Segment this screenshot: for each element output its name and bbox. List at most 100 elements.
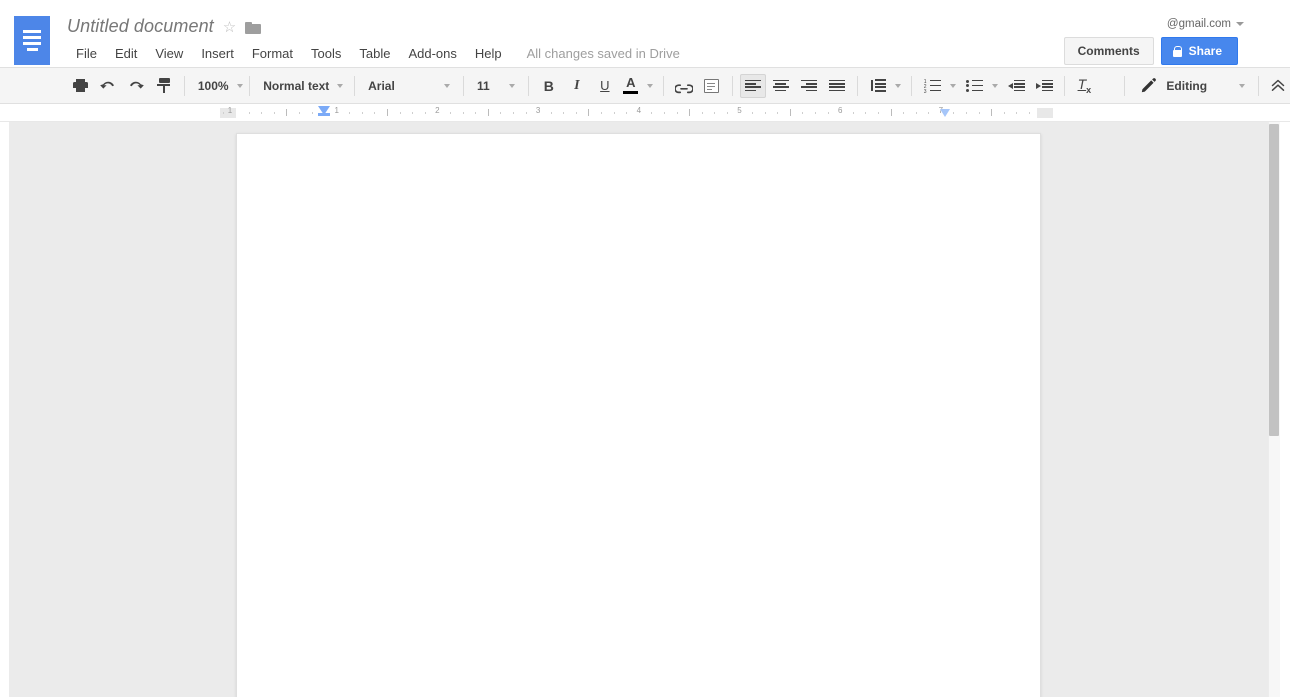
editing-mode-dropdown[interactable]: Editing (1134, 74, 1252, 98)
text-color-dropdown[interactable] (644, 74, 656, 98)
menu-item-edit[interactable]: Edit (106, 44, 146, 63)
undo-button[interactable] (95, 74, 121, 98)
ruler-unit-label: 6 (838, 106, 842, 115)
italic-button[interactable]: I (564, 74, 590, 98)
paint-format-button[interactable] (151, 74, 177, 98)
zoom-dropdown[interactable]: 100% (191, 74, 244, 98)
save-status-text: All changes saved in Drive (527, 46, 680, 61)
text-color-label: A (623, 76, 638, 90)
ruler-tick (677, 112, 678, 114)
bold-label: B (544, 78, 554, 94)
ruler-tick (563, 112, 564, 114)
ruler-tick (299, 112, 300, 114)
chevron-down-icon (950, 84, 956, 88)
align-justify-button[interactable] (824, 74, 850, 98)
toolbar-group-lists: 123 (918, 68, 1058, 104)
ruler-tick (916, 112, 917, 114)
left-indent-marker[interactable] (318, 106, 330, 115)
toolbar-divider (463, 76, 464, 96)
ruler-tick (249, 112, 250, 114)
line-spacing-button[interactable] (864, 74, 890, 98)
share-button[interactable]: Share (1161, 37, 1238, 65)
text-color-button[interactable]: A (620, 74, 642, 98)
chevron-down-icon (992, 84, 998, 88)
ruler-tick (626, 112, 627, 114)
ruler-unit-label: 5 (737, 106, 741, 115)
ruler-tick (463, 112, 464, 114)
menu-item-table[interactable]: Table (350, 44, 399, 63)
chevron-down-icon (444, 84, 450, 88)
ruler-tick (1029, 112, 1030, 114)
insert-link-button[interactable] (671, 74, 697, 98)
ruler-tick (928, 112, 929, 114)
header-actions: Comments Share (1064, 37, 1238, 65)
align-left-button[interactable] (740, 74, 766, 98)
docs-logo-icon[interactable] (14, 16, 50, 65)
toolbar-group-text-style: B I U A (535, 68, 657, 104)
menu-item-help[interactable]: Help (466, 44, 511, 63)
align-right-button[interactable] (796, 74, 822, 98)
document-title[interactable]: Untitled document (67, 16, 214, 37)
ruler-tick (979, 112, 980, 114)
logo-line (23, 30, 41, 33)
zoom-value: 100% (198, 79, 229, 93)
clear-formatting-icon: Tx (1078, 77, 1092, 95)
underline-button[interactable]: U (592, 74, 618, 98)
toolbar-divider (354, 76, 355, 96)
document-page[interactable] (236, 133, 1041, 697)
ruler-tick (802, 112, 803, 114)
ruler-tick (425, 112, 426, 114)
folder-icon[interactable] (245, 22, 261, 34)
bulleted-list-dropdown[interactable] (989, 74, 1001, 98)
ruler-unit-label: 2 (435, 106, 439, 115)
menu-item-format[interactable]: Format (243, 44, 302, 63)
toolbar-divider (249, 76, 250, 96)
vertical-scrollbar-thumb[interactable] (1269, 124, 1279, 436)
logo-line (23, 36, 41, 39)
decrease-indent-button[interactable] (1003, 74, 1029, 98)
star-outline-icon[interactable]: ☆ (223, 20, 236, 35)
ruler-tick (488, 109, 489, 116)
decrease-indent-icon (1008, 80, 1025, 92)
bold-button[interactable]: B (536, 74, 562, 98)
menu-item-file[interactable]: File (67, 44, 106, 63)
numbered-list-dropdown[interactable] (947, 74, 959, 98)
align-center-button[interactable] (768, 74, 794, 98)
line-spacing-dropdown[interactable] (892, 74, 904, 98)
comments-button[interactable]: Comments (1064, 37, 1154, 65)
italic-label: I (574, 78, 579, 94)
link-icon (675, 81, 693, 91)
ruler-tick (500, 112, 501, 114)
ruler-tick (815, 112, 816, 114)
increase-indent-button[interactable] (1031, 74, 1057, 98)
ruler-unit-label: 1 (334, 106, 338, 115)
menu-item-view[interactable]: View (146, 44, 192, 63)
ruler-tick (689, 109, 690, 116)
right-indent-marker[interactable] (940, 109, 950, 117)
menu-item-tools[interactable]: Tools (302, 44, 350, 63)
add-comment-button[interactable] (699, 74, 725, 98)
numbered-list-button[interactable]: 123 (919, 74, 945, 98)
ruler-tick (387, 109, 388, 116)
ruler-tick (790, 109, 791, 116)
font-size-value: 11 (477, 79, 490, 93)
font-size-dropdown[interactable]: 11 (470, 74, 522, 98)
bulleted-list-button[interactable] (961, 74, 987, 98)
ruler-tick (588, 109, 589, 116)
document-ruler[interactable]: 11234567 (220, 104, 1053, 121)
toolbar-divider (857, 76, 858, 96)
ruler-unit-label: 4 (637, 106, 641, 115)
clear-formatting-button[interactable]: Tx (1072, 74, 1096, 98)
menu-item-addons[interactable]: Add-ons (399, 44, 465, 63)
menu-item-insert[interactable]: Insert (192, 44, 243, 63)
font-family-dropdown[interactable]: Arial (361, 74, 457, 98)
account-menu[interactable]: @gmail.com (1167, 18, 1244, 30)
ruler-tick (223, 112, 224, 114)
chevron-down-icon (647, 84, 653, 88)
chevron-down-icon (509, 84, 515, 88)
collapse-toolbar-button[interactable] (1266, 74, 1289, 98)
redo-button[interactable] (123, 74, 149, 98)
toolbar-divider (1258, 76, 1259, 96)
paragraph-style-dropdown[interactable]: Normal text (256, 74, 348, 98)
print-button[interactable] (67, 74, 93, 98)
